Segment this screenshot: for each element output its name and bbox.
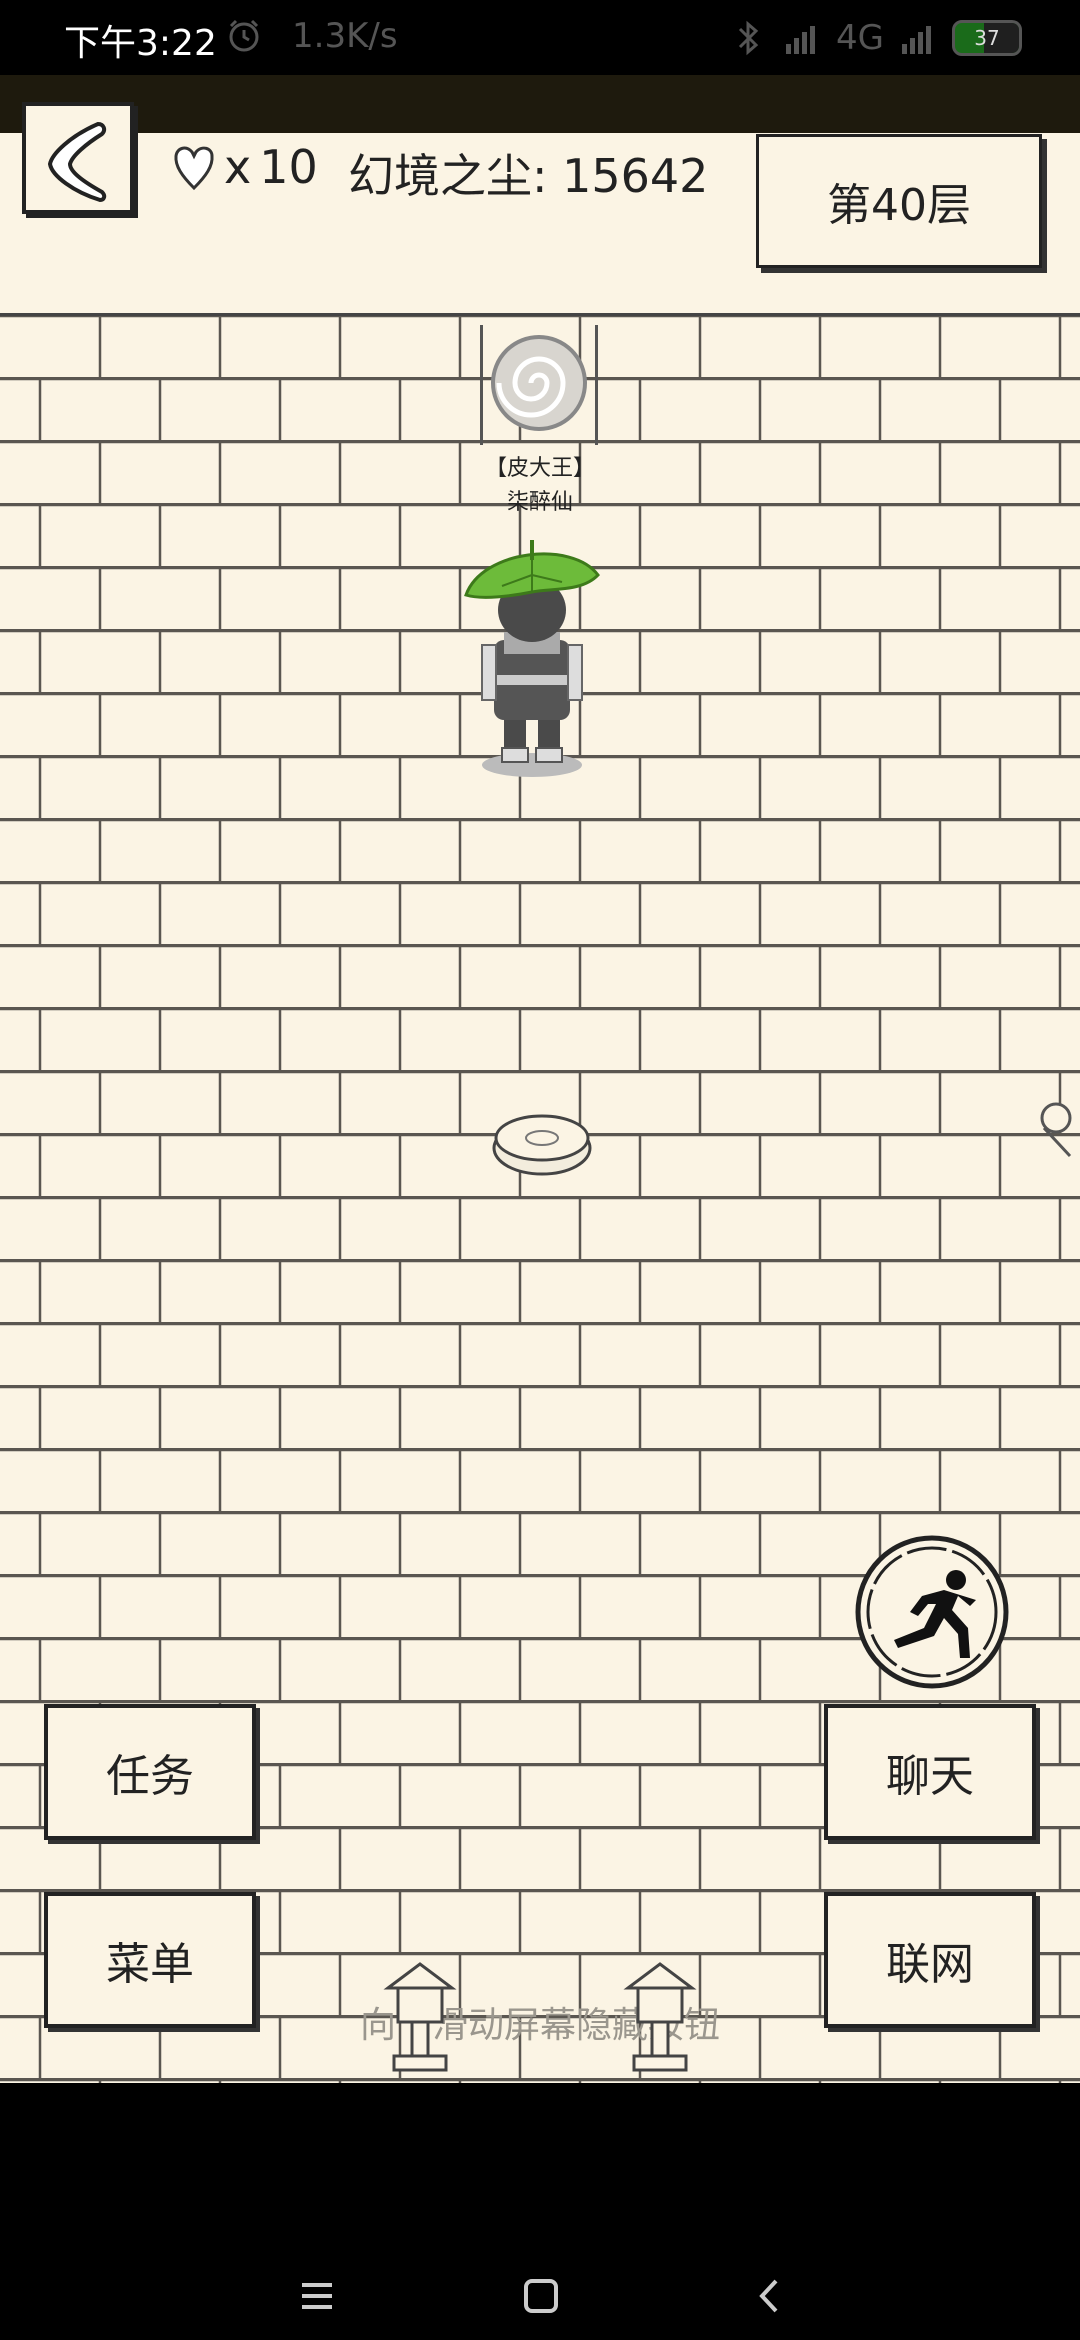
player-character[interactable] <box>462 520 602 780</box>
lives-prefix: x <box>224 140 252 194</box>
side-object[interactable] <box>1034 1096 1080 1166</box>
stone-plate[interactable] <box>490 1108 594 1178</box>
portal[interactable] <box>480 325 598 445</box>
home-icon[interactable] <box>516 2271 566 2321</box>
top-strip <box>0 75 1080 133</box>
back-arrow-icon <box>47 121 107 203</box>
navigation-bar <box>0 2083 1080 2340</box>
lives-counter: x 10 <box>172 140 318 194</box>
status-time: 下午3:22 <box>64 23 217 64</box>
battery-level: 37 <box>974 26 1000 50</box>
battery-icon: 37 <box>952 20 1022 56</box>
alarm-icon <box>229 19 259 52</box>
network-type: 4G <box>836 18 884 58</box>
heart-icon <box>174 146 214 191</box>
stone-lantern-left <box>383 1962 457 2072</box>
bluetooth-icon <box>738 20 759 56</box>
nav-back-icon[interactable] <box>744 2271 794 2321</box>
swipe-hint: 向下滑动屏幕隐藏按钮 <box>359 2005 720 2046</box>
status-bar: 下午3:22 1.3K/s 4G 37 <box>0 0 1080 75</box>
run-button[interactable] <box>852 1532 1012 1692</box>
player-title: 【皮大王】 <box>484 456 595 481</box>
task-button[interactable]: 任务 <box>44 1704 256 1840</box>
back-button[interactable] <box>22 102 134 214</box>
player-name: 柒醉仙 <box>506 490 573 515</box>
floor-indicator: 第40层 <box>756 134 1042 268</box>
dust-counter: 幻境之尘: 15642 <box>348 149 709 203</box>
chat-button[interactable]: 聊天 <box>824 1704 1036 1840</box>
net-speed: 1.3K/s <box>292 16 398 56</box>
player-label: 【皮大王】 柒醉仙 <box>440 452 640 520</box>
swirl-portal-icon <box>491 335 587 431</box>
lives-count: 10 <box>259 140 318 194</box>
stone-lantern-right <box>623 1962 697 2072</box>
recents-menu-icon[interactable] <box>292 2271 342 2321</box>
signal-icon <box>902 26 931 54</box>
signal-hd-icon <box>786 26 816 54</box>
